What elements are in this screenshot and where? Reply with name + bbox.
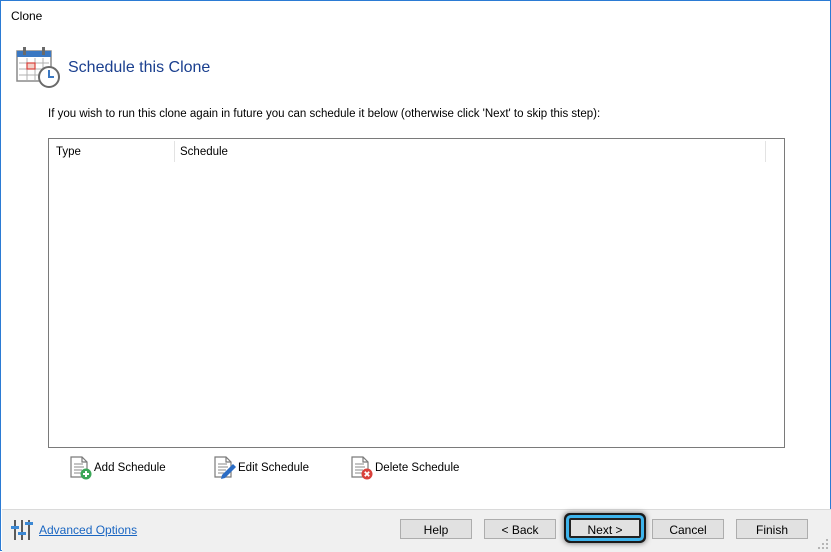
edit-schedule-label: Edit Schedule [238, 462, 309, 474]
column-divider[interactable] [765, 141, 766, 162]
window-title: Clone [11, 9, 43, 23]
help-button[interactable]: Help [400, 519, 472, 539]
finish-button[interactable]: Finish [736, 519, 808, 539]
column-divider[interactable] [174, 141, 175, 162]
schedule-list[interactable]: Type Schedule [48, 138, 785, 448]
document-delete-icon [351, 456, 373, 480]
footer-bar: Advanced Options Help < Back Next > Canc… [2, 509, 831, 552]
clone-window: Clone Schedule this Clone If you wish to… [0, 0, 831, 552]
list-header: Type Schedule [49, 139, 784, 165]
next-button[interactable]: Next > [569, 518, 641, 538]
calendar-clock-icon [16, 47, 60, 88]
column-header-type[interactable]: Type [56, 139, 174, 163]
document-edit-icon [214, 456, 236, 479]
resize-grip-icon[interactable] [818, 539, 828, 549]
document-add-icon [70, 456, 92, 480]
delete-schedule-button[interactable]: Delete Schedule [350, 455, 459, 481]
page-title: Schedule this Clone [68, 59, 211, 76]
back-button[interactable]: < Back [484, 519, 556, 539]
column-header-schedule[interactable]: Schedule [180, 139, 228, 163]
cancel-button[interactable]: Cancel [652, 519, 724, 539]
delete-schedule-label: Delete Schedule [375, 462, 460, 474]
advanced-options[interactable]: Advanced Options [11, 519, 137, 541]
add-schedule-button[interactable]: Add Schedule [69, 455, 166, 481]
add-schedule-label: Add Schedule [94, 462, 166, 474]
edit-schedule-button[interactable]: Edit Schedule [213, 455, 309, 481]
intro-text: If you wish to run this clone again in f… [48, 108, 601, 120]
advanced-options-link[interactable]: Advanced Options [39, 523, 137, 537]
sliders-icon [11, 520, 33, 540]
